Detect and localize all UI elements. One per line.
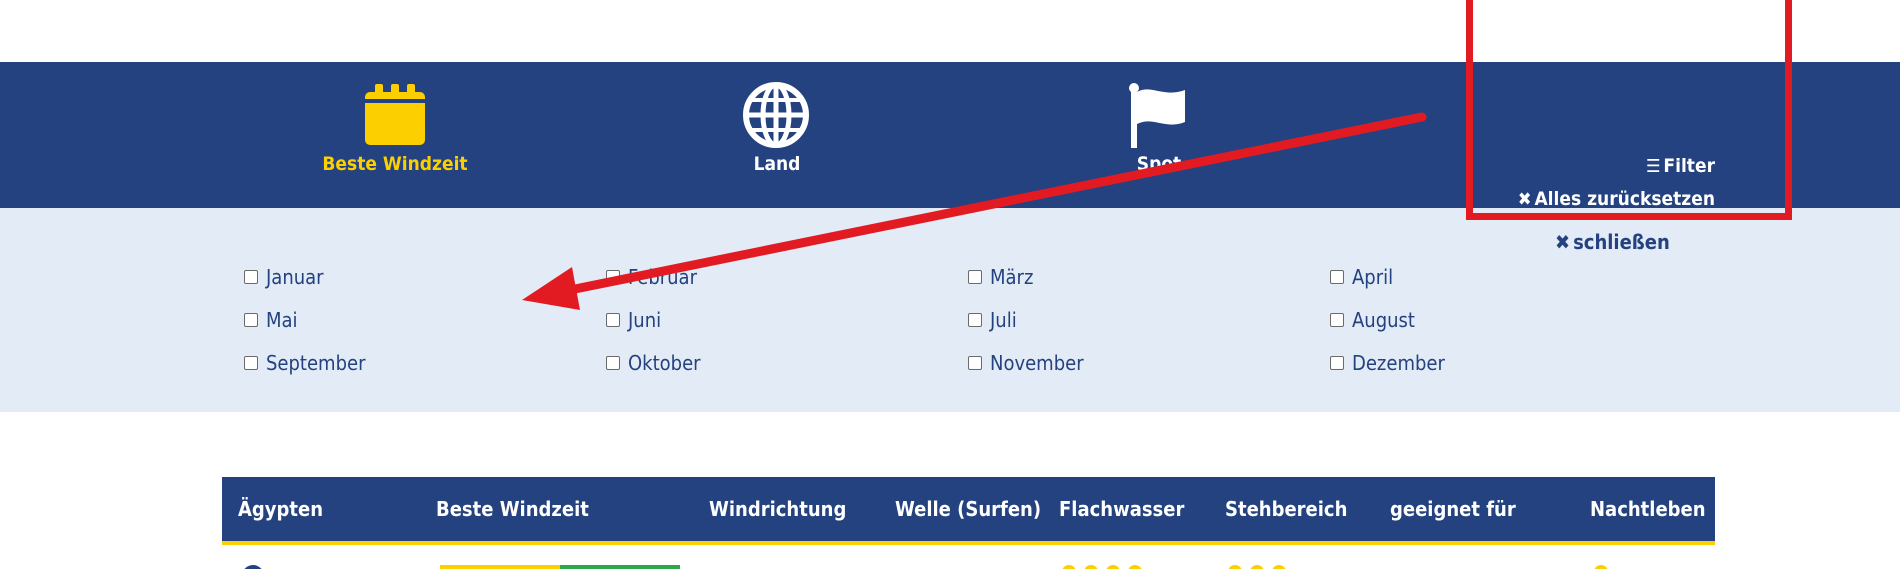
rating-dot — [1594, 565, 1608, 569]
tab-spot-label: Spot — [1136, 153, 1182, 175]
month-label: September — [266, 351, 366, 375]
month-checkbox-dezember[interactable]: Dezember — [1330, 349, 1692, 377]
month-label: März — [990, 265, 1034, 289]
column-header-stehbereich[interactable]: Stehbereich — [1225, 497, 1347, 521]
close-panel-label: schließen — [1573, 230, 1670, 254]
month-checkbox-mai[interactable]: Mai — [244, 306, 606, 334]
rating-dot — [1128, 565, 1142, 569]
close-icon: ✖ — [1555, 230, 1571, 254]
month-checkbox-november[interactable]: November — [968, 349, 1330, 377]
checkbox[interactable] — [244, 270, 258, 284]
month-checkbox-oktober[interactable]: Oktober — [606, 349, 968, 377]
column-header-windrichtung[interactable]: Windrichtung — [709, 497, 846, 521]
rating-dot — [1228, 565, 1242, 569]
windzeit-bar — [440, 565, 560, 569]
tab-land-label: Land — [753, 153, 801, 175]
rating-dot — [1062, 565, 1076, 569]
month-checkbox-grid: Januar Februar März April Mai Juni Juli … — [244, 263, 1694, 377]
globe-icon — [677, 80, 877, 150]
checkbox[interactable] — [968, 270, 982, 284]
month-checkbox-september[interactable]: September — [244, 349, 606, 377]
annotation-highlight-box — [1466, 0, 1792, 220]
close-panel-button[interactable]: ✖ schließen — [1555, 230, 1670, 254]
checkbox[interactable] — [244, 313, 258, 327]
month-label: April — [1352, 265, 1394, 289]
checkbox[interactable] — [968, 356, 982, 370]
rating-dot — [1106, 565, 1120, 569]
month-checkbox-februar[interactable]: Februar — [606, 263, 968, 291]
month-label: Oktober — [628, 351, 701, 375]
checkbox[interactable] — [606, 270, 620, 284]
month-label: Dezember — [1352, 351, 1445, 375]
month-checkbox-juni[interactable]: Juni — [606, 306, 968, 334]
rating-dot — [1272, 565, 1286, 569]
windzeit-bar — [560, 565, 680, 569]
checkbox[interactable] — [606, 313, 620, 327]
month-label: Februar — [628, 265, 697, 289]
month-label: Januar — [266, 265, 324, 289]
month-checkbox-maerz[interactable]: März — [968, 263, 1330, 291]
spot-marker-icon — [242, 565, 264, 569]
checkbox[interactable] — [1330, 313, 1344, 327]
tab-spot[interactable]: Spot — [1059, 80, 1259, 175]
checkbox[interactable] — [1330, 356, 1344, 370]
column-header-flachwasser[interactable]: Flachwasser — [1059, 497, 1184, 521]
month-checkbox-august[interactable]: August — [1330, 306, 1692, 334]
column-header-beste-windzeit[interactable]: Beste Windzeit — [436, 497, 589, 521]
month-checkbox-april[interactable]: April — [1330, 263, 1692, 291]
month-checkbox-juli[interactable]: Juli — [968, 306, 1330, 334]
tab-land[interactable]: Land — [677, 80, 877, 175]
checkbox[interactable] — [244, 356, 258, 370]
checkbox[interactable] — [1330, 270, 1344, 284]
flag-icon — [1059, 80, 1259, 150]
table-row — [222, 545, 1715, 569]
rating-dot — [1250, 565, 1264, 569]
rating-dot — [1084, 565, 1098, 569]
month-label: Juni — [628, 308, 662, 332]
column-header-geeignet-fuer[interactable]: geeignet für — [1390, 497, 1516, 521]
month-checkbox-januar[interactable]: Januar — [244, 263, 606, 291]
checkbox[interactable] — [968, 313, 982, 327]
tab-beste-windzeit-label: Beste Windzeit — [322, 153, 468, 175]
tab-beste-windzeit[interactable]: Beste Windzeit — [295, 80, 495, 175]
month-label: Mai — [266, 308, 298, 332]
month-filter-panel: ✖ schließen Januar Februar März April Mai… — [0, 208, 1900, 412]
column-header-welle[interactable]: Welle (Surfen) — [895, 497, 1041, 521]
month-label: August — [1352, 308, 1415, 332]
calendar-icon — [295, 80, 495, 150]
column-header-country[interactable]: Ägypten — [238, 497, 323, 521]
month-label: November — [990, 351, 1084, 375]
column-header-nachtleben[interactable]: Nachtleben — [1590, 497, 1706, 521]
month-label: Juli — [990, 308, 1017, 332]
checkbox[interactable] — [606, 356, 620, 370]
spot-table-header: Ägypten Beste Windzeit Windrichtung Well… — [222, 477, 1715, 541]
